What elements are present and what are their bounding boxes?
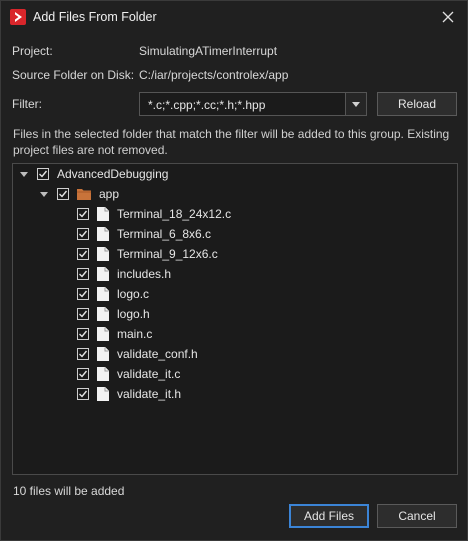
file-row[interactable]: logo.h bbox=[77, 304, 150, 324]
filter-combobox[interactable]: *.c;*.cpp;*.cc;*.h;*.hpp bbox=[139, 92, 367, 116]
file-checkbox[interactable] bbox=[77, 348, 89, 360]
file-row[interactable]: validate_conf.h bbox=[77, 344, 198, 364]
file-row[interactable]: Terminal_6_8x6.c bbox=[77, 224, 211, 244]
file-row[interactable]: Terminal_18_24x12.c bbox=[77, 204, 231, 224]
filter-label: Filter: bbox=[12, 97, 42, 111]
file-checkbox[interactable] bbox=[77, 208, 89, 220]
source-folder-label: Source Folder on Disk: bbox=[12, 68, 135, 82]
add-files-dialog: Add Files From Folder Project: Simulatin… bbox=[0, 0, 468, 541]
file-checkbox[interactable] bbox=[77, 248, 89, 260]
file-icon bbox=[97, 227, 109, 241]
dialog-title: Add Files From Folder bbox=[33, 10, 157, 24]
iar-logo-icon bbox=[10, 9, 26, 25]
collapse-arrow-icon[interactable] bbox=[39, 189, 49, 199]
file-label: Terminal_9_12x6.c bbox=[117, 247, 218, 261]
source-folder-value: C:/iar/projects/controlex/app bbox=[139, 68, 289, 82]
file-checkbox[interactable] bbox=[77, 368, 89, 380]
collapse-arrow-icon[interactable] bbox=[19, 169, 29, 179]
reload-button[interactable]: Reload bbox=[377, 92, 457, 116]
file-label: logo.c bbox=[117, 287, 150, 301]
file-checkbox[interactable] bbox=[77, 268, 89, 280]
dropdown-arrow-icon[interactable] bbox=[345, 93, 366, 115]
folder-checkbox[interactable] bbox=[57, 188, 69, 200]
file-icon bbox=[97, 287, 109, 301]
close-icon[interactable] bbox=[439, 8, 457, 26]
file-icon bbox=[97, 367, 109, 381]
tree-root-row[interactable]: AdvancedDebugging bbox=[19, 164, 168, 184]
file-label: Terminal_18_24x12.c bbox=[117, 207, 232, 221]
file-row[interactable]: includes.h bbox=[77, 264, 171, 284]
file-icon bbox=[97, 387, 109, 401]
cancel-button[interactable]: Cancel bbox=[377, 504, 457, 528]
file-label: logo.h bbox=[117, 307, 150, 321]
file-checkbox[interactable] bbox=[77, 228, 89, 240]
file-checkbox[interactable] bbox=[77, 328, 89, 340]
root-checkbox[interactable] bbox=[37, 168, 49, 180]
file-icon bbox=[97, 207, 109, 221]
folder-label: app bbox=[99, 187, 120, 201]
file-row[interactable]: Terminal_9_12x6.c bbox=[77, 244, 218, 264]
filter-value: *.c;*.cpp;*.cc;*.h;*.hpp bbox=[148, 98, 266, 112]
file-row[interactable]: validate_it.c bbox=[77, 364, 180, 384]
file-label: validate_conf.h bbox=[117, 347, 198, 361]
file-checkbox[interactable] bbox=[77, 388, 89, 400]
folder-icon bbox=[77, 189, 91, 200]
file-icon bbox=[97, 267, 109, 281]
file-checkbox[interactable] bbox=[77, 288, 89, 300]
file-label: validate_it.h bbox=[117, 387, 182, 401]
file-label: main.c bbox=[117, 327, 153, 341]
filter-description: Files in the selected folder that match … bbox=[13, 127, 450, 157]
file-icon bbox=[97, 247, 109, 261]
file-icon bbox=[97, 307, 109, 321]
file-row[interactable]: main.c bbox=[77, 324, 152, 344]
file-tree[interactable]: AdvancedDebugging app Terminal_18_24x12.… bbox=[12, 163, 458, 475]
title-bar: Add Files From Folder bbox=[1, 1, 467, 33]
tree-folder-row[interactable]: app bbox=[39, 184, 119, 204]
add-files-button[interactable]: Add Files bbox=[289, 504, 369, 528]
file-label: includes.h bbox=[117, 267, 172, 281]
root-label: AdvancedDebugging bbox=[57, 167, 169, 181]
project-label: Project: bbox=[12, 44, 53, 58]
file-label: validate_it.c bbox=[117, 367, 181, 381]
file-label: Terminal_6_8x6.c bbox=[117, 227, 212, 241]
project-value: SimulatingATimerInterrupt bbox=[139, 44, 278, 58]
file-icon bbox=[97, 327, 109, 341]
file-checkbox[interactable] bbox=[77, 308, 89, 320]
file-row[interactable]: validate_it.h bbox=[77, 384, 181, 404]
file-icon bbox=[97, 347, 109, 361]
file-row[interactable]: logo.c bbox=[77, 284, 149, 304]
status-text: 10 files will be added bbox=[13, 484, 125, 498]
